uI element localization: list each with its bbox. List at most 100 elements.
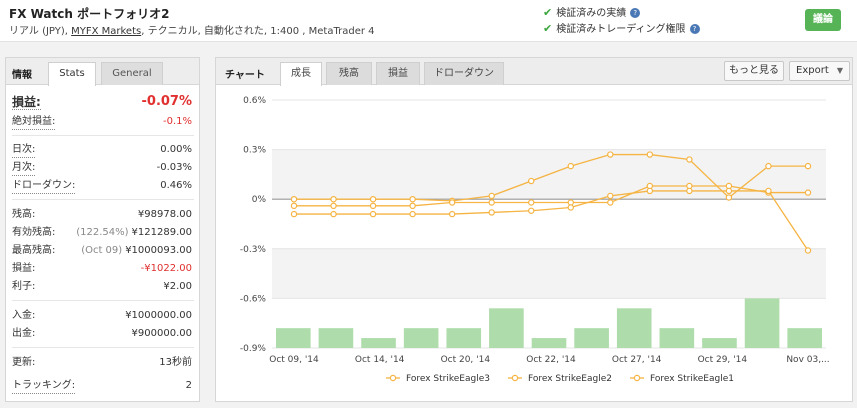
data-point [409, 210, 416, 218]
bar [659, 328, 695, 348]
x-tick-label: Nov 03,... [786, 355, 829, 365]
monthly-value: -0.03% [156, 162, 192, 173]
broker-link[interactable]: MYFX Markets [71, 26, 141, 37]
abs-gain-value: -0.1% [162, 116, 192, 127]
daily-value: 0.00% [160, 144, 192, 155]
verified-trading-privileges: ✔ 検証済みトレーディング権限? [543, 20, 700, 35]
data-point [804, 247, 812, 254]
legend-marker [633, 374, 641, 382]
x-tick-label: Oct 14, '14 [355, 355, 405, 365]
interest-label: 利子: [12, 281, 36, 292]
highest-value-wrap: (Oct 09) ¥1000093.00 [81, 244, 192, 258]
withdrawals-value: ¥900000.00 [131, 328, 192, 339]
chart-tab-bar: チャート 成長 残高 損益 ドローダウン もっと見る Export ▼ [216, 58, 852, 86]
tab-drawdown[interactable]: ドローダウン [424, 62, 504, 85]
subtitle-suffix: , テクニカル, 自動化された, 1:400 , MetaTrader 4 [141, 26, 375, 37]
tracking-value: 2 [185, 380, 192, 391]
data-point [290, 202, 298, 210]
bar [787, 328, 822, 348]
stat-monthly: 月次: -0.03% [12, 161, 192, 176]
data-point [330, 210, 337, 218]
data-point [765, 187, 772, 195]
drawdown-label[interactable]: ドローダウン: [12, 179, 76, 194]
data-point [686, 156, 693, 163]
divider [12, 135, 194, 136]
stat-abs-gain: 絶対損益: -0.1% [12, 115, 192, 130]
data-point [765, 162, 772, 170]
legend-label: Forex StrikeEagle2 [528, 374, 612, 384]
bar [702, 338, 737, 348]
header-bar: FX Watch ポートフォリオ2 リアル (JPY), MYFX Market… [0, 0, 857, 42]
tab-profit[interactable]: 損益 [376, 62, 420, 85]
data-point [290, 195, 298, 203]
withdrawals-label: 出金: [12, 328, 36, 339]
grid-band [272, 100, 826, 150]
data-point [646, 187, 654, 195]
tab-balance[interactable]: 残高 [326, 62, 372, 85]
stat-equity: 有効残高: (122.54%) ¥121289.00 [12, 226, 192, 240]
bar [616, 308, 652, 348]
data-point [330, 202, 337, 210]
help-icon[interactable]: ? [630, 8, 641, 18]
updated-label: 更新: [12, 357, 36, 368]
discuss-button[interactable]: 議論 [805, 9, 841, 31]
page-title: FX Watch ポートフォリオ2 [9, 7, 170, 21]
check-icon: ✔ [543, 6, 553, 19]
stat-balance: 残高: ¥98978.00 [12, 208, 192, 222]
x-tick-label: Oct 20, '14 [441, 355, 491, 365]
gain-label[interactable]: 損益: [12, 95, 41, 110]
stat-tracking: トラッキング: 2 [12, 379, 192, 394]
verify-privileges-label: 検証済みトレーディング権限 [556, 24, 686, 35]
verified-track-record: ✔ 検証済みの実績? [543, 4, 641, 19]
tab-growth[interactable]: 成長 [280, 62, 322, 86]
subtitle-prefix: リアル (JPY), [9, 26, 72, 37]
check-icon: ✔ [543, 22, 553, 35]
info-tab-bar: 情報 Stats General [6, 58, 199, 86]
divider [12, 300, 194, 301]
data-point [488, 192, 495, 200]
x-tick-label: Oct 29, '14 [698, 355, 748, 365]
updated-value: 13秒前 [159, 357, 192, 368]
help-icon[interactable]: ? [689, 24, 700, 34]
stat-drawdown: ドローダウン: 0.46% [12, 179, 192, 194]
data-point [290, 210, 298, 218]
stat-highest: 最高残高: (Oct 09) ¥1000093.00 [12, 244, 192, 258]
chart-panel: チャート 成長 残高 損益 ドローダウン もっと見る Export ▼ 0.6%… [215, 57, 853, 402]
equity-label: 有効残高: [12, 227, 56, 238]
equity-value-wrap: (122.54%) ¥121289.00 [76, 226, 192, 240]
more-button[interactable]: もっと見る [724, 61, 784, 81]
equity-note: (122.54%) [76, 227, 129, 238]
data-point [607, 199, 614, 206]
daily-label[interactable]: 日次: [12, 143, 36, 158]
stat-updated: 更新: 13秒前 [12, 356, 192, 370]
tracking-label[interactable]: トラッキング: [12, 379, 76, 394]
highest-note: (Oct 09) [81, 245, 123, 256]
x-tick-label: Oct 09, '14 [269, 355, 319, 365]
data-point [448, 210, 456, 218]
balance-label: 残高: [12, 209, 36, 220]
data-point [409, 202, 416, 210]
tab-stats[interactable]: Stats [48, 62, 96, 86]
data-point [725, 194, 733, 201]
export-label: Export [796, 65, 829, 76]
highest-value: ¥1000093.00 [125, 245, 192, 256]
divider [12, 347, 194, 348]
highest-label: 最高残高: [12, 245, 56, 256]
data-point [409, 195, 416, 203]
data-point [725, 187, 733, 195]
bar [531, 338, 567, 348]
data-point [448, 199, 456, 206]
balance-value: ¥98978.00 [137, 209, 192, 220]
info-panel: 情報 Stats General 損益: -0.07% 絶対損益: -0.1% … [5, 57, 200, 402]
y-tick-label: 0% [252, 195, 267, 205]
bar [318, 328, 354, 348]
data-point [686, 187, 693, 195]
monthly-label[interactable]: 月次: [12, 161, 36, 176]
export-button[interactable]: Export ▼ [789, 61, 850, 81]
bar [276, 328, 311, 348]
verify-track-label: 検証済みの実績 [556, 8, 627, 19]
bar [574, 328, 609, 348]
abs-gain-label[interactable]: 絶対損益: [12, 115, 56, 130]
tab-general[interactable]: General [101, 62, 163, 85]
deposits-value: ¥1000000.00 [125, 310, 192, 321]
